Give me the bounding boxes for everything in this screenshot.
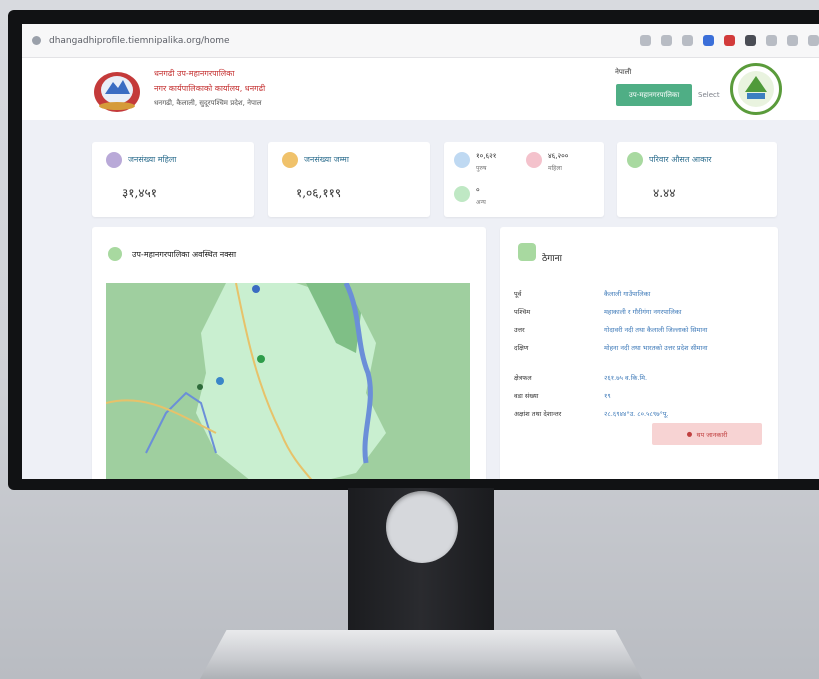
star-icon[interactable] (682, 35, 693, 46)
browser-address-bar: dhangadhiprofile.tiemnipalika.org/home (22, 24, 819, 58)
zoom-icon[interactable] (640, 35, 651, 46)
profile-icon[interactable] (787, 35, 798, 46)
row-value: मोहना नदी तथा भारतको उत्तर प्रदेश सीमाना (604, 344, 708, 352)
male-count: १०,६२१ (476, 152, 497, 160)
url-text[interactable]: dhangadhiprofile.tiemnipalika.org/home (49, 36, 230, 46)
row-value: गोदावरी नदी तथा कैलाली जिल्लाको सिमाना (604, 326, 708, 334)
stat-card-gender-breakdown: १०,६२१ पुरुष ४६,२०० महिला ० अन्य (444, 142, 604, 217)
select-link[interactable]: Select (698, 91, 720, 99)
contact-title: ठेगाना (542, 254, 562, 264)
municipality-seal-icon (730, 63, 782, 115)
male-icon (454, 152, 470, 168)
row-label: उत्तर (514, 326, 525, 334)
site-header: धनगढी उप-महानगरपालिका नगर कार्यपालिकाको … (22, 58, 819, 120)
row-label: अक्षांश तथा देशान्तर (514, 410, 562, 418)
office-title: धनगढी उप-महानगरपालिका (154, 69, 235, 78)
stat-label: जनसंख्या महिला (128, 155, 177, 164)
male-label: पुरुष (476, 165, 487, 172)
people-icon (282, 152, 298, 168)
stat-value: ३१,४५१ (122, 186, 158, 200)
contact-panel: ठेगाना पूर्व कैलाली गाउँपालिका पश्चिम मह… (500, 227, 778, 479)
monitor-screen: dhangadhiprofile.tiemnipalika.org/home ध… (22, 24, 819, 479)
office-address: धनगढी, कैलाली, सुदूरपश्चिम प्रदेश, नेपाल (154, 99, 262, 107)
map-panel: उप-महानगरपालिका अवस्थित नक्सा (92, 227, 486, 479)
row-label: पश्चिम (514, 308, 531, 316)
stat-card-total: जनसंख्या जम्मा १,०६,११९ (268, 142, 430, 217)
row-label: पूर्व (514, 290, 522, 298)
stat-card-female: जनसंख्या महिला ३१,४५१ (92, 142, 254, 217)
row-label: क्षेत्रफल (514, 374, 532, 382)
lock-icon (32, 36, 41, 45)
puzzle-icon[interactable] (766, 35, 777, 46)
cable-hole (386, 491, 458, 563)
extension-icon[interactable] (745, 35, 756, 46)
monitor-stand-base (200, 630, 642, 679)
more-info-button[interactable]: ● थप जानकारी (652, 423, 762, 445)
more-info-label: थप जानकारी (696, 430, 728, 439)
house-icon (627, 152, 643, 168)
monitor-bezel: dhangadhiprofile.tiemnipalika.org/home ध… (8, 10, 819, 490)
extension-icon[interactable] (703, 35, 714, 46)
other-label: अन्य (476, 199, 486, 206)
municipality-map[interactable] (106, 283, 470, 479)
row-value: २६१.७५ व.कि.मि. (604, 374, 648, 382)
female-label: महिला (548, 165, 562, 172)
stat-value: ४.४४ (653, 186, 676, 200)
stat-label: परिवार औसत आकार (649, 155, 712, 164)
globe-icon (108, 247, 122, 261)
language-label[interactable]: नेपाली (615, 68, 631, 77)
row-label: दक्षिण (514, 344, 529, 352)
menu-icon[interactable] (808, 35, 819, 46)
row-label: वडा संख्या (514, 392, 539, 400)
extension-icon[interactable] (724, 35, 735, 46)
map-marker-icon (518, 243, 536, 261)
map-title: उप-महानगरपालिका अवस्थित नक्सा (132, 250, 237, 259)
female-count: ४६,२०० (548, 152, 569, 160)
government-emblem-icon (94, 72, 140, 112)
browser-toolbar (640, 35, 819, 46)
other-count: ० (476, 186, 480, 194)
share-icon[interactable] (661, 35, 672, 46)
row-value: कैलाली गाउँपालिका (604, 290, 651, 298)
stat-card-household: परिवार औसत आकार ४.४४ (617, 142, 777, 217)
female-icon (106, 152, 122, 168)
office-subtitle: नगर कार्यपालिकाको कार्यालय, धनगढी (154, 84, 266, 93)
row-value: १९ (604, 392, 611, 400)
row-value: महाकाली र गौरीगंगा नगरपालिका (604, 308, 682, 316)
woman-icon (526, 152, 542, 168)
row-value: २८.६९४४°उ. ८०.५८९७°पू. (604, 410, 669, 418)
info-icon: ● (686, 430, 693, 438)
stat-label: जनसंख्या जम्मा (304, 155, 349, 164)
other-icon (454, 186, 470, 202)
municipality-button[interactable]: उप-महानगरपालिका (616, 84, 692, 106)
stat-value: १,०६,११९ (296, 186, 342, 200)
